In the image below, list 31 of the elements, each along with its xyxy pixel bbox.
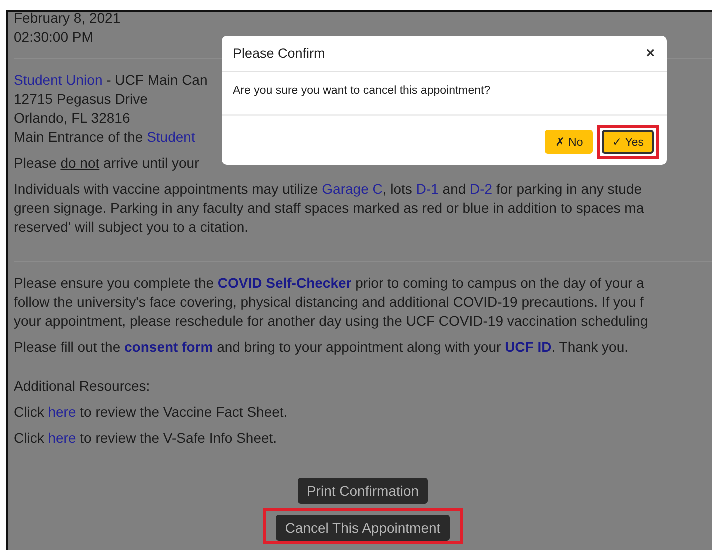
address-line: 12715 Pegasus Drive: [14, 90, 148, 109]
address-line: Main Entrance of the Student: [14, 128, 196, 147]
link[interactable]: here: [48, 430, 76, 446]
print-button[interactable]: Print Confirmation: [298, 478, 428, 504]
link[interactable]: here: [48, 404, 76, 420]
appointment-time: 02:30:00 PM: [14, 28, 94, 47]
link[interactable]: Garage C: [322, 181, 383, 197]
link[interactable]: Student: [147, 129, 196, 145]
address-line: Orlando, FL 32816: [14, 109, 130, 128]
paragraph: Please ensure you complete the COVID Self-Checker prior to coming to campus on the day of your a follow the university's face covering, physical distancing and additional COVID-19 precautions. If you f your appointment, please reschedule for another day using the UCF COVID-19 vaccination scheduling: [14, 274, 648, 331]
underlined-text: do not: [60, 155, 100, 171]
dialog-message: Are you sure you want to cancel this appointment?: [233, 85, 491, 97]
link[interactable]: consent form: [124, 339, 214, 355]
paragraph: Click here to review the V-Safe Info Sheet.: [14, 429, 278, 448]
dialog-title: Please Confirm: [233, 46, 326, 61]
paragraph: Individuals with vaccine appointments may utilize Garage C, lots D-1 and D-2 for parking in any stude green signage. Parking in any faculty and staff spaces marked as red or blue in addition to spaces ma reserved' will subject you to a citation.: [14, 180, 644, 237]
link[interactable]: UCF ID: [505, 339, 552, 355]
paragraph: Please do not arrive until your: [14, 154, 200, 173]
link[interactable]: Student Union: [14, 72, 103, 88]
paragraph: Click here to review the Vaccine Fact Sheet.: [14, 403, 288, 422]
paragraph: Additional Resources:: [14, 377, 150, 396]
no-button[interactable]: ✗ No: [545, 130, 594, 154]
appointment-date: February 8, 2021: [14, 12, 121, 28]
address-line: Student Union - UCF Main Can: [14, 71, 208, 90]
close-button[interactable]: ×: [646, 45, 655, 62]
cancel-appointment-button[interactable]: Cancel This Appointment: [276, 515, 450, 541]
link[interactable]: D-2: [470, 181, 493, 197]
yes-button[interactable]: ✓ Yes: [602, 130, 654, 154]
link[interactable]: COVID Self-Checker: [218, 275, 352, 291]
paragraph: Please fill out the consent form and bring to your appointment along with your UCF ID. Thank you.: [14, 338, 629, 357]
link[interactable]: D-1: [416, 181, 439, 197]
